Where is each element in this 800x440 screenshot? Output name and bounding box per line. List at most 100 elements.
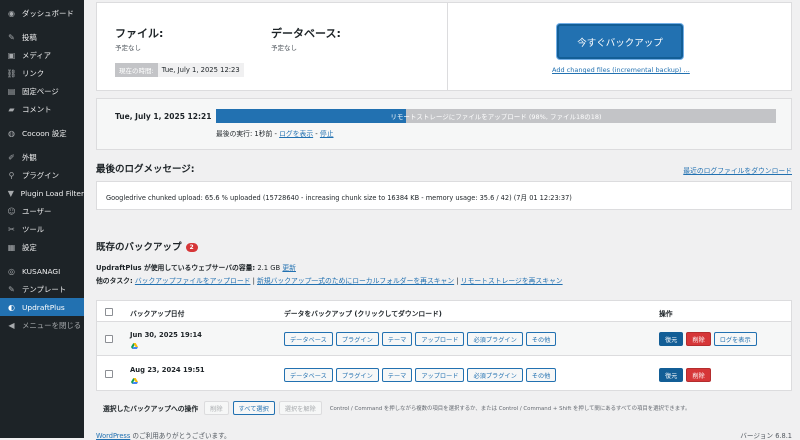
- row-checkbox[interactable]: [105, 335, 113, 343]
- view-log-button[interactable]: ログを表示: [713, 332, 757, 346]
- footer-thanks: のご利用ありがとうございます。: [130, 432, 231, 440]
- plugin-icon: ⚲: [8, 170, 15, 180]
- row-actions: 復元 削除: [659, 368, 714, 382]
- download-others-button[interactable]: その他: [525, 368, 557, 382]
- sidebar-item-label: プラグイン: [22, 170, 59, 180]
- filter-icon: ▼: [7, 188, 14, 198]
- sidebar-item-label: ツール: [22, 224, 45, 234]
- wordpress-link[interactable]: WordPress: [96, 432, 130, 440]
- download-plugins-button[interactable]: プラグイン: [335, 332, 379, 346]
- download-mu-plugins-button[interactable]: 必須プラグイン: [467, 332, 523, 346]
- download-others-button[interactable]: その他: [525, 332, 557, 346]
- current-time-label: 現在の時間:: [115, 63, 158, 77]
- sidebar-item-label: テンプレート: [22, 284, 67, 294]
- settings-icon: ▦: [7, 242, 16, 252]
- job-date: Tue, July 1, 2025 12:21: [115, 112, 212, 121]
- row-actions: 復元 削除 ログを表示: [659, 332, 760, 346]
- pin-icon: ✎: [8, 32, 15, 42]
- row-checkbox[interactable]: [105, 370, 113, 378]
- sidebar-item-links[interactable]: ⛓ リンク: [0, 64, 84, 82]
- collapse-menu-button[interactable]: ◀ メニューを閉じる: [0, 316, 84, 334]
- sidebar-item-label: リンク: [22, 68, 45, 78]
- link-icon: ⛓: [6, 68, 17, 78]
- download-themes-button[interactable]: テーマ: [381, 368, 413, 382]
- backup-now-button[interactable]: 今すぐバックアップ: [557, 24, 683, 59]
- log-message-box: Googledrive chunked upload: 65.6 % uploa…: [96, 181, 792, 210]
- disk-usage-line: UpdraftPlus が使用しているウェブサーバの容量: 2.1 GB 更新: [96, 262, 296, 272]
- select-all-checkbox[interactable]: [105, 308, 113, 316]
- log-heading: 最後のログメッセージ:: [96, 164, 195, 175]
- download-log-link[interactable]: 最近のログファイルをダウンロード: [683, 165, 792, 175]
- sidebar-item-templates[interactable]: ✎ テンプレート: [0, 280, 84, 298]
- delete-button[interactable]: 削除: [686, 332, 711, 346]
- sidebar-item-comments[interactable]: ▰ コメント: [0, 100, 84, 118]
- sidebar-item-label: メディア: [22, 50, 52, 60]
- refresh-usage-link[interactable]: 更新: [282, 264, 296, 272]
- sidebar-item-plugin-load-filter[interactable]: ▼ Plugin Load Filter: [0, 184, 84, 202]
- disk-usage-label: UpdraftPlus が使用しているウェブサーバの容量:: [96, 264, 256, 272]
- comment-icon: ▰: [8, 104, 15, 114]
- upload-backup-files-link[interactable]: バックアップファイルをアップロード: [135, 277, 251, 285]
- sidebar-item-label: UpdraftPlus: [22, 302, 65, 312]
- backup-count-badge: 2: [185, 243, 198, 252]
- rescan-local-link[interactable]: 新規バックアップ一式のためにローカルフォルダーを再スキャン: [257, 277, 454, 285]
- download-database-button[interactable]: データベース: [284, 332, 333, 346]
- deselect-button[interactable]: 選択を解除: [278, 401, 322, 415]
- google-drive-icon: [131, 378, 138, 384]
- download-uploads-button[interactable]: アップロード: [415, 332, 465, 346]
- admin-sidebar: ◉ ダッシュボード ✎ 投稿 ▣ メディア ⛓ リンク ▤ 固定ページ ▰ コメント ◍ Co…: [0, 0, 84, 438]
- sidebar-item-pages[interactable]: ▤ 固定ページ: [0, 82, 84, 100]
- sidebar-item-media[interactable]: ▣ メディア: [0, 46, 84, 64]
- dashboard-icon: ◉: [8, 8, 15, 18]
- incremental-backup-link[interactable]: Add changed files (incremental backup) .…: [552, 66, 690, 74]
- media-icon: ▣: [7, 50, 16, 60]
- download-database-button[interactable]: データベース: [284, 368, 333, 382]
- select-all-button[interactable]: すべて選択: [232, 401, 275, 415]
- stop-link[interactable]: 停止: [320, 130, 334, 138]
- sidebar-item-updraftplus[interactable]: ◐ UpdraftPlus: [0, 298, 84, 316]
- sidebar-item-appearance[interactable]: ✐ 外観: [0, 148, 84, 166]
- sidebar-item-label: 固定ページ: [22, 86, 59, 96]
- sidebar-item-label: KUSANAGI: [22, 266, 61, 276]
- page-icon: ▤: [7, 86, 16, 96]
- restore-button[interactable]: 復元: [659, 332, 684, 346]
- sidebar-item-dashboard[interactable]: ◉ ダッシュボード: [0, 4, 84, 22]
- last-run-prefix: 最後の実行: 1秒前 -: [216, 130, 280, 138]
- table-row: Aug 23, 2024 19:51 データベース プラグイン テーマ アップロ…: [96, 355, 792, 391]
- tools-icon: ✂: [8, 224, 15, 234]
- bulk-delete-button[interactable]: 削除: [204, 401, 229, 415]
- footer-version: バージョン 6.8.1: [740, 432, 792, 440]
- sidebar-item-users[interactable]: ☺ ユーザー: [0, 202, 84, 220]
- sidebar-item-plugins[interactable]: ⚲ プラグイン: [0, 166, 84, 184]
- download-mu-plugins-button[interactable]: 必須プラグイン: [467, 368, 523, 382]
- sidebar-item-label: メニューを閉じる: [22, 320, 82, 330]
- backup-status-panel: ファイル: 予定なし データベース: 予定なし 現在の時間: Tue, July…: [96, 2, 792, 91]
- download-uploads-button[interactable]: アップロード: [415, 368, 465, 382]
- col-date-header: バックアップ日付: [130, 310, 185, 318]
- upload-progress-text: リモートストレージにファイルをアップロード (98%, ファイル18の18): [390, 113, 602, 121]
- restore-button[interactable]: 復元: [659, 368, 684, 382]
- current-time: 現在の時間: Tue, July 1, 2025 12:23: [115, 63, 244, 77]
- sidebar-item-label: コメント: [22, 104, 52, 114]
- col-data-header: データをバックアップ (クリックしてダウンロード): [284, 310, 442, 318]
- delete-button[interactable]: 削除: [686, 368, 711, 382]
- task-sep: |: [454, 277, 461, 285]
- backup-date: Aug 23, 2024 19:51: [130, 366, 205, 374]
- sidebar-item-posts[interactable]: ✎ 投稿: [0, 28, 84, 46]
- footer-credit: WordPress のご利用ありがとうございます。: [96, 430, 231, 440]
- sidebar-item-label: ダッシュボード: [22, 8, 74, 18]
- view-log-link[interactable]: ログを表示: [279, 130, 313, 138]
- sidebar-item-kusanagi[interactable]: ◎ KUSANAGI: [0, 262, 84, 280]
- bulk-hint: Control / Command を押しながら複数の項目を選択するか、または …: [329, 406, 691, 412]
- active-job-panel: Tue, July 1, 2025 12:21 リモートストレージにファイルをア…: [96, 98, 792, 150]
- sidebar-item-tools[interactable]: ✂ ツール: [0, 220, 84, 238]
- appearance-icon: ✐: [8, 152, 15, 162]
- db-value: 予定なし: [271, 44, 297, 52]
- sidebar-item-settings[interactable]: ▦ 設定: [0, 238, 84, 256]
- download-themes-button[interactable]: テーマ: [381, 332, 413, 346]
- download-plugins-button[interactable]: プラグイン: [335, 368, 379, 382]
- backup-date: Jun 30, 2025 19:14: [130, 331, 202, 339]
- kusanagi-icon: ◎: [8, 266, 15, 276]
- sidebar-item-cocoon[interactable]: ◍ Cocoon 設定: [0, 124, 84, 142]
- rescan-remote-link[interactable]: リモートストレージを再スキャン: [461, 277, 563, 285]
